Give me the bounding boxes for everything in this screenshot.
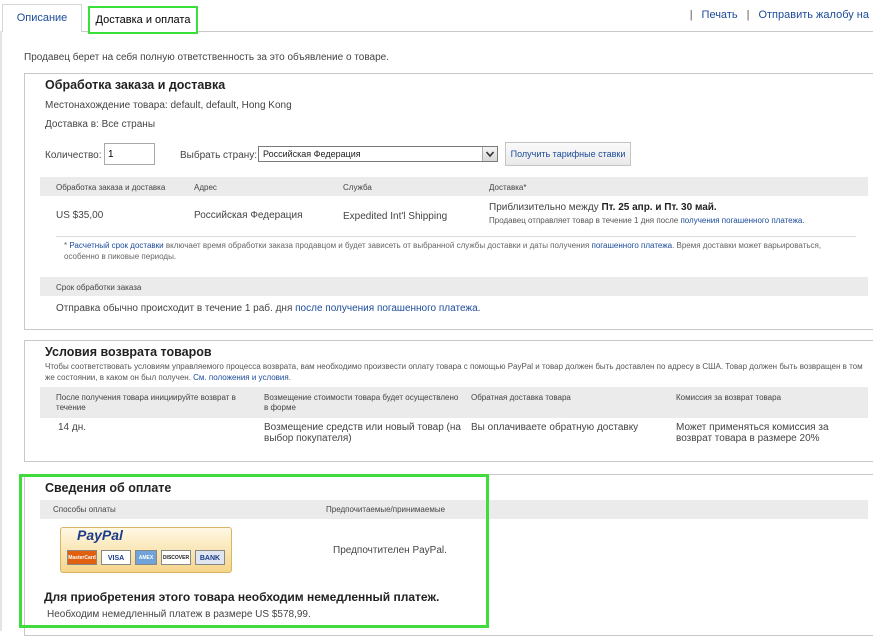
col-return-shipping: Обратная доставка товара [471, 393, 571, 402]
handling-header-label: Срок обработки заказа [56, 283, 142, 292]
col-restocking-fee: Комиссия за возврат товара [676, 393, 782, 402]
item-location: Местонахождение товара: default, default… [45, 100, 292, 111]
return-shipping: Вы оплачиваете обратную доставку [471, 422, 639, 433]
footnote-text: включает время обработки заказа продавцо… [163, 241, 592, 250]
quantity-label: Количество: [45, 150, 102, 161]
shipping-service: Expedited Int'l Shipping [343, 211, 448, 222]
delivery-estimate: Приблизительно между Пт. 25 апр. и Пт. 3… [489, 202, 717, 213]
returns-text: Чтобы соответствовать условиям управляем… [45, 361, 863, 383]
estimated-delivery-link[interactable]: Расчетный срок доставки [69, 241, 163, 250]
delivery-note-text: Продавец отправляет товар в течение 1 дн… [489, 216, 681, 225]
country-label: Выбрать страну: [180, 150, 258, 161]
quantity-input[interactable] [104, 143, 155, 165]
cleared-payment-link[interactable]: получения погашенного платежа. [680, 216, 804, 225]
seller-note: Продавец берет на себя полную ответствен… [24, 52, 390, 63]
tab-description[interactable]: Описание [2, 4, 82, 32]
top-links: | Печать | Отправить жалобу на [681, 9, 869, 21]
col-handling: Обработка заказа и доставка [56, 183, 166, 192]
return-period: 14 дн. [58, 422, 87, 433]
delivery-dates: Пт. 25 апр. и Пт. 30 май. [601, 202, 717, 213]
handling-text: Отправка обычно происходит в течение 1 р… [56, 303, 296, 314]
country-select-value: Российская Федерация [263, 149, 361, 159]
restocking-fee: Может применяться комиссия за возврат то… [676, 422, 829, 444]
col-refund-form: Возмещение стоимости товара будет осущес… [264, 393, 459, 412]
country-select[interactable]: Российская Федерация [258, 146, 498, 162]
returns-text-end: . [288, 373, 291, 382]
terms-link[interactable]: См. положения и условия [193, 373, 289, 382]
print-link[interactable]: Печать [702, 9, 738, 21]
tab-shipping-payment[interactable]: Доставка и оплата [88, 6, 198, 34]
col-service: Служба [343, 183, 372, 192]
divider [56, 236, 856, 237]
col-delivery: Доставка* [489, 183, 527, 192]
refund-form: Возмещение средств или новый товар (на в… [264, 422, 461, 444]
col-return-within: После получения товара инициируйте возвр… [56, 393, 236, 412]
returns-text-body: Чтобы соответствовать условиям управляем… [45, 362, 863, 382]
col-address: Адрес [194, 183, 217, 192]
handling-header [40, 277, 868, 296]
shipping-address: Российская Федерация [194, 210, 303, 221]
shipping-title: Обработка заказа и доставка [45, 78, 226, 92]
handling-time: Отправка обычно происходит в течение 1 р… [56, 303, 480, 314]
delivery-prefix: Приблизительно между [489, 202, 602, 213]
highlight-frame [19, 474, 489, 628]
after-payment-link[interactable]: после получения погашенного платежа [295, 303, 478, 314]
ships-to: Доставка в: Все страны [45, 119, 156, 130]
delivery-footnote: * Расчетный срок доставки включает время… [64, 240, 844, 262]
handling-end: . [477, 303, 481, 314]
divider: | [689, 9, 693, 21]
divider: | [746, 9, 750, 21]
cleared-payment-link-2[interactable]: погашенного платежа [592, 241, 673, 250]
shipping-price: US $35,00 [56, 210, 104, 221]
report-link[interactable]: Отправить жалобу на [758, 9, 869, 21]
get-rates-button[interactable]: Получить тарифные ставки [505, 142, 631, 166]
chevron-down-icon[interactable] [482, 147, 497, 161]
returns-title: Условия возврата товаров [45, 345, 212, 359]
left-border [0, 31, 2, 631]
delivery-note: Продавец отправляет товар в течение 1 дн… [489, 216, 805, 225]
